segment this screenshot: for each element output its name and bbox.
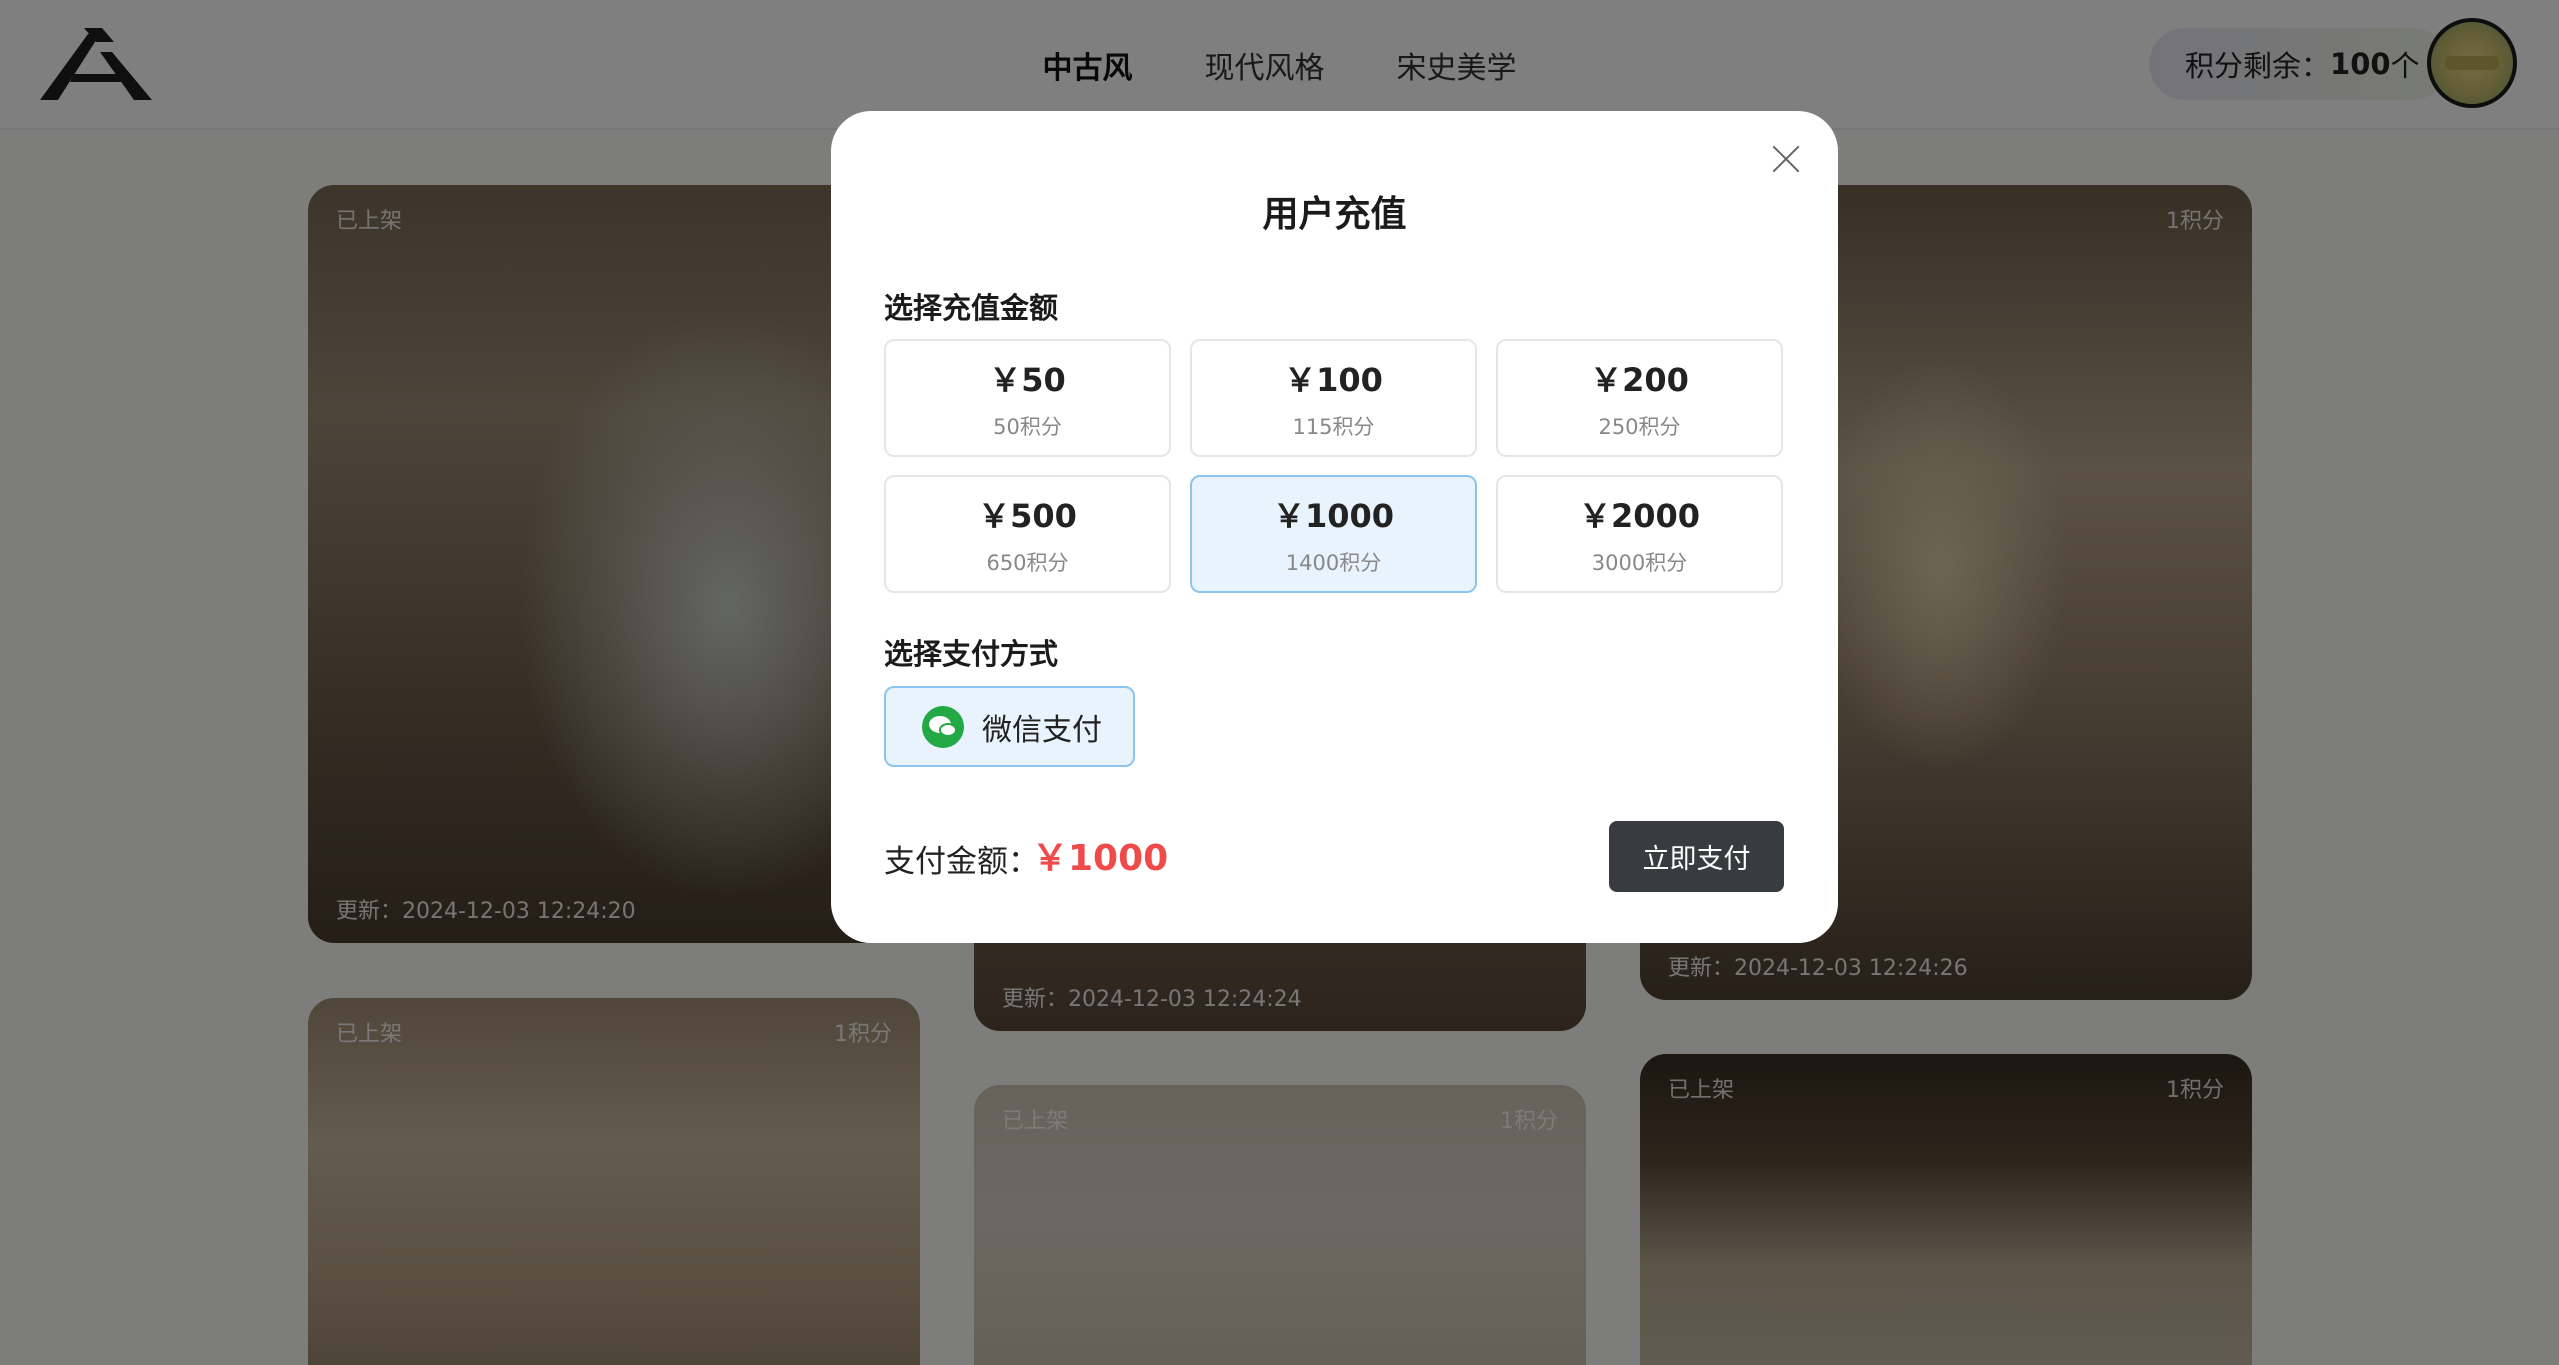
option-points: 250积分 [1598,415,1681,439]
option-price: ￥50 [989,361,1066,399]
recharge-modal: 用户充值 选择充值金额 ￥50 50积分 ￥100 115积分 ￥200 250… [831,111,1838,943]
close-icon[interactable] [1768,141,1804,177]
amount-option-500[interactable]: ￥500 650积分 [884,475,1171,593]
option-price: ￥2000 [1578,497,1701,535]
amount-option-2000[interactable]: ￥2000 3000积分 [1496,475,1783,593]
option-points: 115积分 [1292,415,1375,439]
option-price: ￥100 [1284,361,1383,399]
amount-option-50[interactable]: ￥50 50积分 [884,339,1171,457]
amount-option-1000[interactable]: ￥1000 1400积分 [1190,475,1477,593]
payment-section-title: 选择支付方式 [884,637,1059,671]
payment-method-label: 微信支付 [982,712,1102,748]
amount-option-200[interactable]: ￥200 250积分 [1496,339,1783,457]
option-price: ￥500 [978,497,1077,535]
option-points: 650积分 [986,551,1069,575]
option-price: ￥1000 [1272,497,1395,535]
amount-options: ￥50 50积分 ￥100 115积分 ￥200 250积分 ￥500 650积… [884,339,1784,593]
pay-amount-value: ￥1000 [1032,838,1169,879]
modal-title: 用户充值 [1262,194,1407,235]
page: 中古风 现代风格 宋史美学 积分剩余： 100 个 已上架 更新：2024-12… [0,0,2559,1365]
option-points: 3000积分 [1591,551,1688,575]
wechat-pay-icon [922,705,964,748]
pay-amount-label: 支付金额： [884,844,1039,880]
option-price: ￥200 [1590,361,1689,399]
amount-section-title: 选择充值金额 [884,291,1059,325]
amount-option-100[interactable]: ￥100 115积分 [1190,339,1477,457]
option-points: 1400积分 [1285,551,1382,575]
option-points: 50积分 [993,415,1062,439]
wechat-pay-option[interactable]: 微信支付 [884,686,1135,767]
pay-now-button[interactable]: 立即支付 [1609,821,1784,892]
